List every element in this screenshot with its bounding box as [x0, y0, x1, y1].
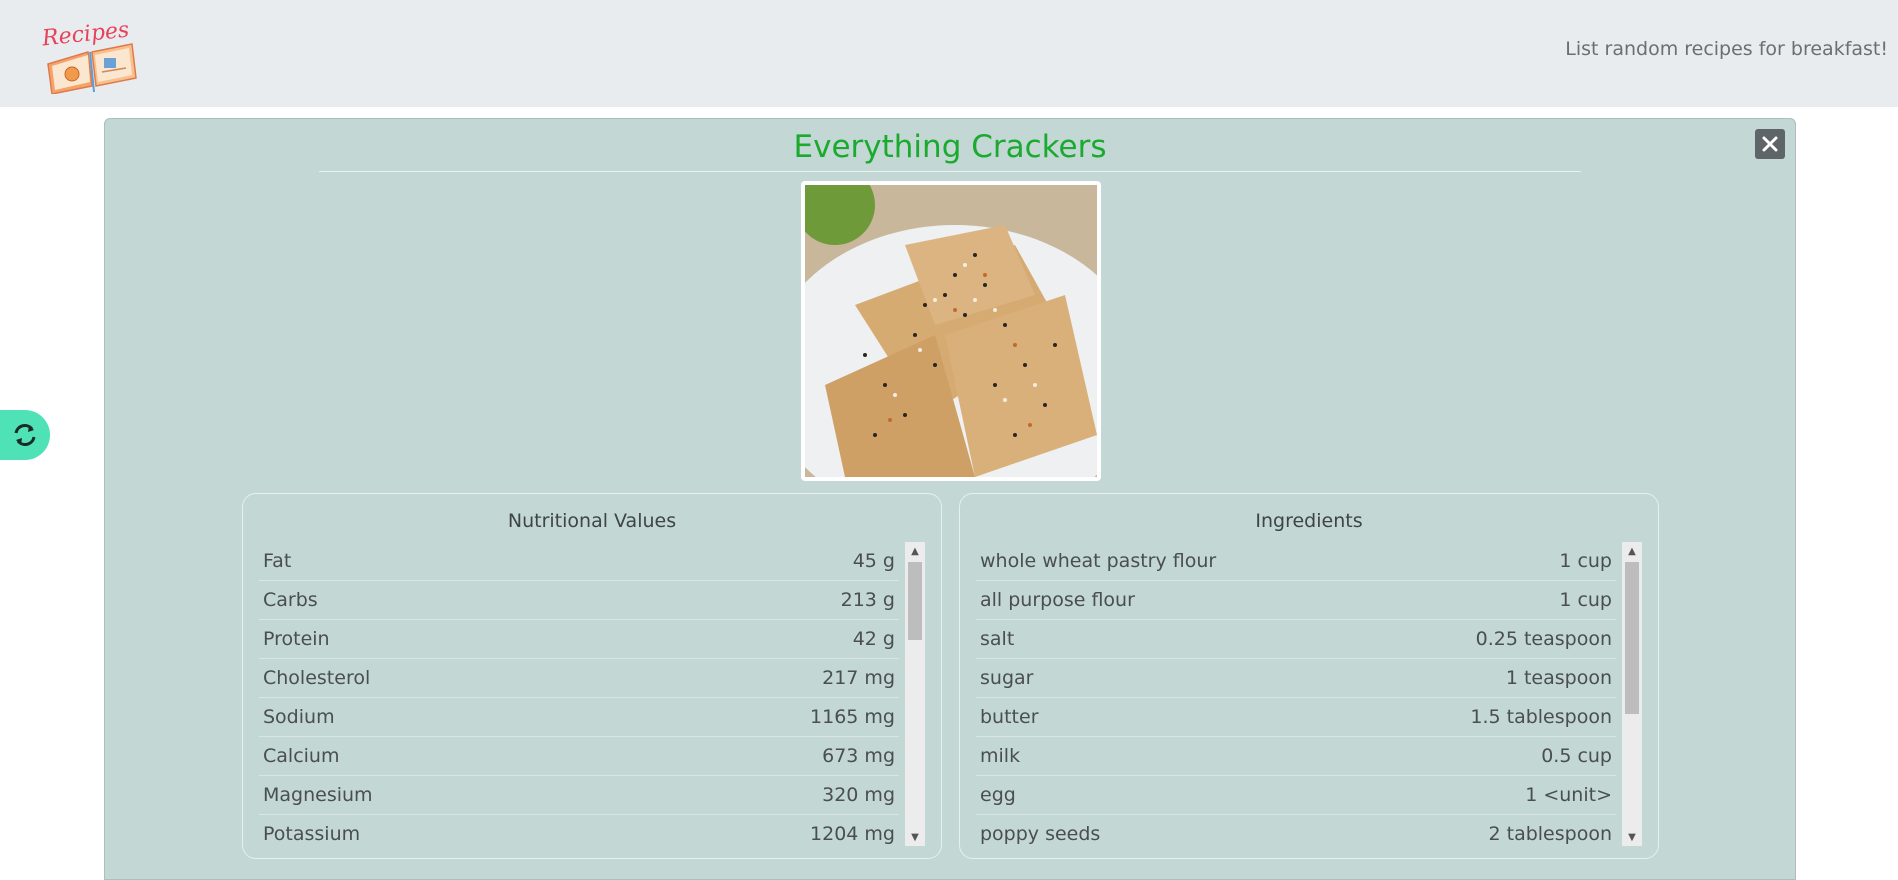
nutrient-name: Potassium — [263, 823, 361, 845]
ingredient-row: egg 1 <unit> — [976, 776, 1616, 815]
recipe-title: Everything Crackers — [793, 129, 1107, 165]
ingredients-title: Ingredients — [1255, 510, 1363, 532]
header-tagline[interactable]: List random recipes for breakfast! — [1565, 38, 1888, 60]
ingredient-name: whole wheat pastry flour — [980, 550, 1217, 572]
nutrient-value: 213 g — [840, 589, 895, 611]
nutrition-row: Magnesium 320 mg — [259, 776, 899, 815]
ingredient-amount: 0.25 teaspoon — [1475, 628, 1612, 650]
nutrient-name: Sodium — [263, 706, 335, 728]
ingredients-panel: Ingredients whole wheat pastry flour 1 c… — [959, 493, 1659, 859]
nutrition-row: Fat 45 g — [259, 542, 899, 581]
nutrient-name: Fat — [263, 550, 292, 572]
ingredients-list[interactable]: whole wheat pastry flour 1 cup all purpo… — [976, 542, 1616, 846]
nutrient-name: Protein — [263, 628, 330, 650]
nutrient-value: 45 g — [852, 550, 895, 572]
ingredient-name: butter — [980, 706, 1039, 728]
ingredient-amount: 1 cup — [1559, 550, 1612, 572]
crackers-image — [805, 185, 1097, 477]
recipe-modal: Everything Crackers Nutritional Values F… — [104, 118, 1796, 880]
ingredient-row: all purpose flour 1 cup — [976, 581, 1616, 620]
nutrient-value: 217 mg — [822, 667, 895, 689]
scroll-up-arrow-icon[interactable]: ▲ — [905, 542, 925, 560]
refresh-button[interactable] — [0, 410, 50, 460]
nutrition-list[interactable]: Fat 45 g Carbs 213 g Protein 42 g Choles… — [259, 542, 899, 846]
ingredient-row: butter 1.5 tablespoon — [976, 698, 1616, 737]
nutrient-value: 673 mg — [822, 745, 895, 767]
nutrition-row: Protein 42 g — [259, 620, 899, 659]
nutrient-value: 1165 mg — [810, 706, 895, 728]
ingredient-name: sugar — [980, 667, 1034, 689]
top-header: Recipes List random recipes for breakfas… — [0, 0, 1898, 107]
ingredient-amount: 1 cup — [1559, 589, 1612, 611]
nutrient-value: 42 g — [852, 628, 895, 650]
refresh-icon — [14, 424, 36, 446]
recipes-logo[interactable]: Recipes — [40, 18, 145, 95]
ingredient-name: all purpose flour — [980, 589, 1135, 611]
nutrient-name: Carbs — [263, 589, 318, 611]
nutrient-name: Cholesterol — [263, 667, 371, 689]
nutrition-title: Nutritional Values — [507, 510, 677, 532]
ingredient-row: salt 0.25 teaspoon — [976, 620, 1616, 659]
ingredient-amount: 1.5 tablespoon — [1470, 706, 1612, 728]
ingredient-amount: 0.5 cup — [1541, 745, 1612, 767]
nutrition-row: Carbs 213 g — [259, 581, 899, 620]
ingredient-name: egg — [980, 784, 1016, 806]
nutrient-value: 1204 mg — [810, 823, 895, 845]
recipe-photo — [801, 181, 1101, 481]
ingredient-amount: 2 tablespoon — [1488, 823, 1613, 845]
ingredient-name: milk — [980, 745, 1021, 767]
scroll-down-arrow-icon[interactable]: ▼ — [1622, 828, 1642, 846]
scrollbar-thumb[interactable] — [1625, 562, 1639, 714]
nutrient-name: Magnesium — [263, 784, 373, 806]
ingredient-row: milk 0.5 cup — [976, 737, 1616, 776]
nutrition-panel: Nutritional Values Fat 45 g Carbs 213 g … — [242, 493, 942, 859]
nutrition-row: Potassium 1204 mg — [259, 815, 899, 846]
nutrient-name: Calcium — [263, 745, 340, 767]
ingredient-name: poppy seeds — [980, 823, 1101, 845]
ingredient-row: poppy seeds 2 tablespoon — [976, 815, 1616, 846]
nutrition-row: Calcium 673 mg — [259, 737, 899, 776]
title-divider — [319, 171, 1581, 172]
nutrition-row: Sodium 1165 mg — [259, 698, 899, 737]
nutrition-scrollbar[interactable]: ▲ ▼ — [905, 542, 925, 846]
nutrient-value: 320 mg — [822, 784, 895, 806]
scroll-up-arrow-icon[interactable]: ▲ — [1622, 542, 1642, 560]
scroll-down-arrow-icon[interactable]: ▼ — [905, 828, 925, 846]
ingredient-row: sugar 1 teaspoon — [976, 659, 1616, 698]
scrollbar-thumb[interactable] — [908, 562, 922, 640]
nutrition-row: Cholesterol 217 mg — [259, 659, 899, 698]
ingredient-row: whole wheat pastry flour 1 cup — [976, 542, 1616, 581]
ingredients-scrollbar[interactable]: ▲ ▼ — [1622, 542, 1642, 846]
ingredient-name: salt — [980, 628, 1015, 650]
ingredient-amount: 1 <unit> — [1525, 784, 1612, 806]
ingredient-amount: 1 teaspoon — [1505, 667, 1612, 689]
